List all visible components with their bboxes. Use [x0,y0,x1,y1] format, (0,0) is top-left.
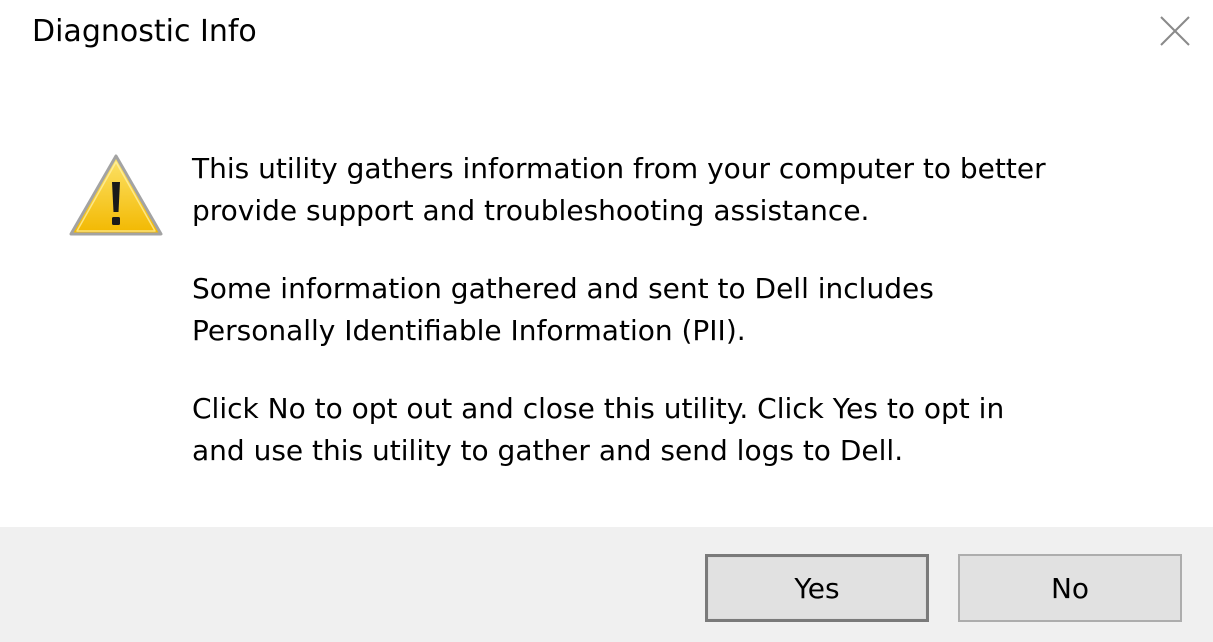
message-body: This utility gathers information from yo… [192,148,1182,508]
warning-icon [69,154,163,236]
message-paragraph-purpose: This utility gathers information from yo… [192,152,1046,227]
no-button[interactable]: No [958,554,1182,622]
message-paragraph-consent: Click No to opt out and close this utili… [192,392,1005,467]
dialog-title: Diagnostic Info [32,14,257,49]
close-button[interactable] [1150,8,1200,54]
close-icon [1160,16,1190,46]
diagnostic-info-dialog: Diagnostic Info This utility gathers inf… [0,0,1213,642]
yes-button[interactable]: Yes [705,554,929,622]
title-bar: Diagnostic Info [0,0,1213,70]
message-paragraph-pii: Some information gathered and sent to De… [192,272,934,347]
